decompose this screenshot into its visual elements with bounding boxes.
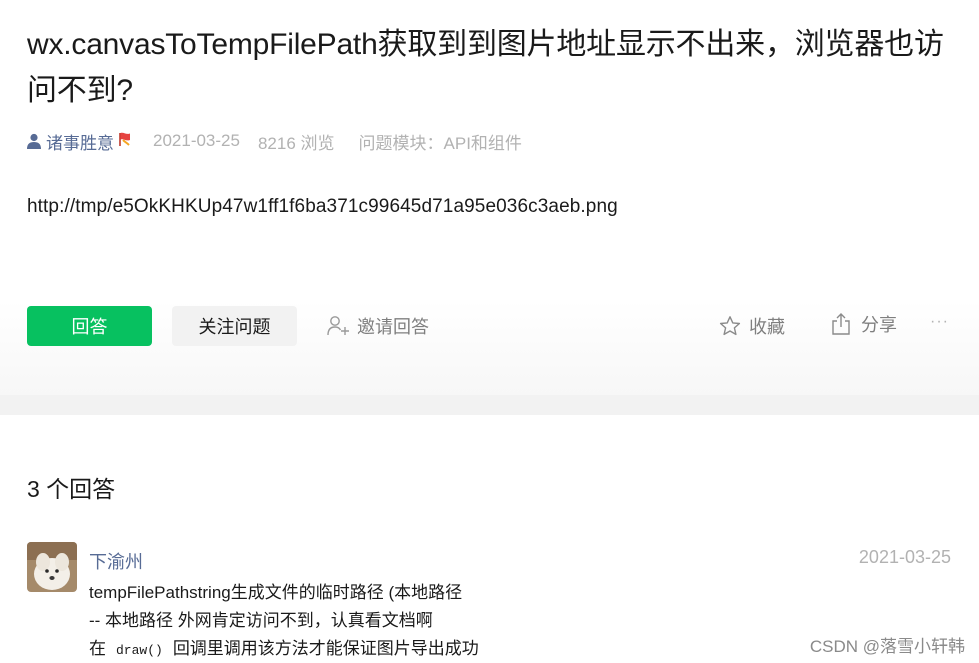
author-name: 诸事胜意 [46, 133, 114, 153]
share-button[interactable]: 分享 [831, 311, 897, 337]
module-value[interactable]: API和组件 [444, 134, 522, 153]
module-label: 问题模块：API和组件 [358, 133, 522, 153]
answers-count: 3 个回答 [27, 476, 116, 502]
favorite-label: 收藏 [749, 317, 785, 337]
answer-text-line: -- 本地路径 外网肯定访问不到，认真看文档啊 [89, 611, 433, 630]
flag-icon [117, 131, 133, 151]
view-count: 8216 浏览 [257, 133, 335, 153]
answerer-name[interactable]: 下渝州 [89, 548, 143, 574]
watermark: CSDN @落雪小轩韩 [809, 637, 965, 656]
question-body: http://tmp/e5OkKHKUp47w1ff1f6ba371c99645… [27, 196, 618, 217]
share-label: 分享 [861, 315, 897, 335]
inline-code: draw() [116, 643, 163, 658]
invite-answer-button[interactable]: 邀请回答 [327, 313, 429, 339]
invite-label: 邀请回答 [357, 317, 429, 337]
question-date: 2021-03-25 [153, 131, 240, 150]
more-icon[interactable]: ··· [930, 313, 949, 331]
favorite-button[interactable]: 收藏 [719, 313, 785, 339]
avatar[interactable] [27, 542, 77, 592]
section-divider [0, 395, 979, 415]
question-panel: wx.canvasToTempFilePath获取到到图片地址显示不出来，浏览器… [0, 0, 979, 395]
answer-date: 2021-03-25 [858, 547, 951, 567]
question-title: wx.canvasToTempFilePath获取到到图片地址显示不出来，浏览器… [27, 28, 944, 107]
share-icon [832, 313, 850, 335]
invite-user-icon [327, 316, 349, 336]
follow-question-button[interactable]: 关注问题 [172, 306, 297, 346]
author-link[interactable]: 诸事胜意 [27, 129, 133, 154]
answer-button[interactable]: 回答 [27, 306, 152, 346]
answer-text-line: tempFilePathstring生成文件的临时路径 (本地路径 [89, 583, 463, 602]
user-icon [27, 133, 41, 149]
star-icon [719, 316, 741, 336]
answer-text-line: 在 draw() 回调里调用该方法才能保证图片导出成功 [89, 639, 479, 658]
question-meta: 诸事胜意 2021-03-25 8216 浏览 问题模块：API和组件 [27, 129, 540, 153]
